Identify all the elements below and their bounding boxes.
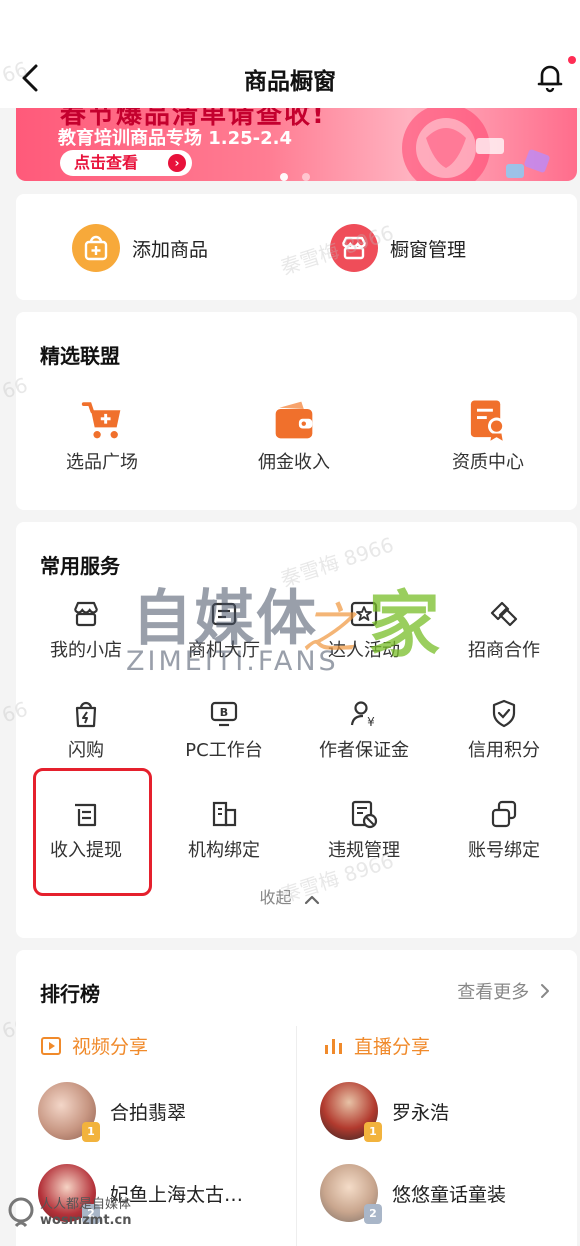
play-box-icon (41, 1036, 61, 1055)
rank-entry[interactable]: 2 悠悠童话童装 (320, 1164, 507, 1224)
avatar: 2 (320, 1164, 382, 1224)
plus-bag-icon (72, 224, 120, 272)
banner-cta-label: 点击查看 (74, 153, 139, 172)
rank-badge: 2 (364, 1204, 382, 1224)
monitor-icon: B (210, 701, 238, 727)
ranking-title: 排行榜 (40, 982, 100, 1006)
bars-icon (325, 1038, 342, 1054)
my-store-button[interactable]: 我的小店 (38, 598, 134, 662)
alliance-title: 精选联盟 (40, 344, 120, 368)
store-icon (73, 601, 99, 627)
alliance-card: 精选联盟 选品广场 佣金收入 资质中心 (16, 312, 577, 510)
see-more-link[interactable]: 查看更多 (457, 978, 551, 1004)
tab-live-share[interactable]: 直播分享 (322, 1032, 430, 1059)
pc-workbench-button[interactable]: B PC工作台 (176, 698, 272, 762)
rank-name: 合拍翡翠 (110, 1101, 187, 1124)
svg-text:¥: ¥ (367, 715, 375, 729)
live-share-label: 直播分享 (354, 1036, 431, 1058)
svg-text:B: B (220, 706, 228, 719)
certificate-icon (470, 400, 506, 441)
footer-watermark-line1: 人人都是自媒体 (40, 1197, 132, 1212)
author-deposit-button[interactable]: ¥ 作者保证金 (306, 698, 422, 762)
commission-income-label: 佣金收入 (258, 452, 330, 473)
wallet-icon (275, 401, 313, 439)
commission-income-button[interactable]: 佣金收入 (248, 398, 340, 474)
rank-entry[interactable]: 1 罗永浩 (320, 1082, 450, 1142)
banner-cta-button[interactable]: 点击查看 › (60, 150, 192, 176)
rank-badge: 1 (364, 1122, 382, 1142)
rank-badge: 1 (82, 1122, 100, 1142)
rank-entry[interactable]: 1 合拍翡翠 (38, 1082, 187, 1142)
footer-watermark: 人人都是自媒体 wosmzmt.cn (6, 1196, 131, 1230)
banner-subtitle: 教育培训商品专场 1.25-2.4 (58, 128, 293, 149)
shield-check-icon (492, 699, 516, 728)
my-store-label: 我的小店 (50, 640, 122, 661)
account-binding-button[interactable]: 账号绑定 (456, 798, 552, 862)
flash-sale-label: 闪购 (68, 740, 104, 761)
pagination-dot-active (280, 173, 288, 181)
agency-binding-label: 机构绑定 (188, 840, 260, 861)
credit-score-label: 信用积分 (468, 740, 540, 761)
building-icon (212, 801, 237, 827)
lion-illustration-icon (402, 108, 550, 181)
qualification-center-button[interactable]: 资质中心 (442, 398, 534, 474)
video-share-label: 视频分享 (72, 1036, 149, 1058)
see-more-label: 查看更多 (457, 982, 530, 1003)
credit-score-button[interactable]: 信用积分 (456, 698, 552, 762)
avatar: 1 (38, 1082, 100, 1142)
handshake-icon (490, 601, 518, 627)
account-binding-label: 账号绑定 (468, 840, 540, 861)
deposit-icon: ¥ (350, 701, 375, 729)
watermark-logo-home: 家 (368, 583, 441, 667)
watermark-site: ZIMEITI.FANS (126, 646, 339, 677)
flash-sale-button[interactable]: 闪购 (38, 698, 134, 762)
product-plaza-label: 选品广场 (66, 452, 138, 473)
cart-icon (81, 402, 121, 439)
footer-watermark-line2: wosmzmt.cn (40, 1213, 132, 1228)
nav-header: 商品橱窗 (0, 0, 580, 108)
banner-pagination (280, 166, 324, 185)
bell-icon[interactable] (534, 60, 566, 94)
investment-coop-button[interactable]: 招商合作 (456, 598, 552, 662)
add-product-button[interactable]: 添加商品 (72, 224, 208, 272)
pagination-dot (302, 173, 310, 181)
page-title: 商品橱窗 (244, 69, 336, 95)
violation-icon (351, 800, 378, 829)
services-title: 常用服务 (40, 554, 120, 578)
avatar: 1 (320, 1082, 382, 1142)
product-plaza-button[interactable]: 选品广场 (56, 398, 148, 474)
rank-name: 悠悠童话童装 (392, 1183, 507, 1206)
pc-workbench-label: PC工作台 (185, 740, 263, 761)
agency-binding-button[interactable]: 机构绑定 (176, 798, 272, 862)
chevron-right-icon: › (168, 154, 186, 172)
tab-video-share[interactable]: 视频分享 (40, 1032, 148, 1059)
add-product-label: 添加商品 (132, 238, 209, 261)
column-divider (296, 1026, 297, 1246)
watermark-logo-icon (8, 1197, 34, 1228)
link-accounts-icon (491, 800, 517, 828)
chevron-right-icon (541, 984, 549, 998)
rank-name: 罗永浩 (392, 1101, 450, 1124)
showcase-manage-label: 橱窗管理 (390, 238, 467, 261)
watermark-logo: 自媒体 (132, 584, 318, 654)
qualification-center-label: 资质中心 (452, 452, 524, 473)
flash-bag-icon (75, 701, 97, 728)
investment-coop-label: 招商合作 (468, 640, 540, 661)
notification-dot (568, 56, 576, 64)
author-deposit-label: 作者保证金 (319, 740, 409, 761)
highlight-annotation (33, 768, 152, 896)
